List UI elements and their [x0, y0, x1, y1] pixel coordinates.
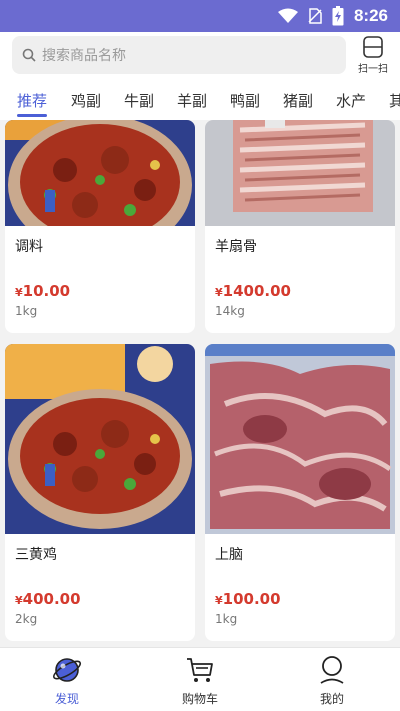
- planet-icon: [52, 658, 82, 682]
- product-name: 羊扇骨: [215, 239, 257, 255]
- scan-icon: [363, 36, 383, 58]
- search-placeholder: 搜索商品名称: [42, 48, 126, 64]
- product-card[interactable]: 三黄鸡 ¥400.00 2kg: [5, 344, 195, 641]
- product-unit: 2kg: [15, 612, 38, 626]
- product-image: [5, 120, 195, 226]
- nav-discover[interactable]: 发现: [27, 654, 107, 707]
- nav-label: 购物车: [181, 692, 218, 706]
- product-price: ¥400.00: [15, 590, 81, 608]
- tab-chicken-offal[interactable]: 鸡副: [71, 90, 101, 111]
- scan-label: 扫一扫: [358, 64, 388, 75]
- product-image: [205, 120, 395, 226]
- header: 搜索商品名称 扫一扫 推荐 鸡副 牛副 羊副 鸭副 猪副 水产 其: [0, 32, 400, 120]
- product-price: ¥100.00: [215, 590, 281, 608]
- active-tab-indicator: [17, 114, 47, 117]
- scan-button[interactable]: 扫一扫: [356, 36, 390, 75]
- tab-beef-offal[interactable]: 牛副: [124, 90, 154, 111]
- nav-profile[interactable]: 我的: [292, 654, 372, 707]
- tab-recommend[interactable]: 推荐: [17, 90, 47, 111]
- category-tabs: 推荐 鸡副 牛副 羊副 鸭副 猪副 水产 其: [0, 88, 400, 120]
- product-unit: 14kg: [215, 304, 245, 318]
- battery-icon: [332, 6, 344, 26]
- product-unit: 1kg: [15, 304, 38, 318]
- product-image: [205, 344, 395, 534]
- person-icon: [320, 656, 344, 684]
- product-card[interactable]: 调料 ¥10.00 1kg: [5, 120, 195, 333]
- product-price: ¥10.00: [15, 282, 71, 300]
- status-time: 8:26: [353, 6, 388, 25]
- product-card[interactable]: 羊扇骨 ¥1400.00 14kg: [205, 120, 395, 333]
- wifi-icon: [277, 8, 298, 23]
- nav-label: 发现: [54, 692, 79, 706]
- bottom-nav: 发现 购物车 我的: [0, 647, 400, 711]
- product-unit: 1kg: [215, 612, 238, 626]
- search-icon: [22, 48, 36, 62]
- product-name: 调料: [15, 239, 43, 255]
- tab-pork-offal[interactable]: 猪副: [283, 90, 313, 111]
- status-bar: 8:26: [0, 0, 400, 32]
- nav-label: 我的: [319, 692, 344, 706]
- product-card[interactable]: 上脑 ¥100.00 1kg: [205, 344, 395, 641]
- cart-icon: [187, 658, 213, 682]
- tab-seafood[interactable]: 水产: [336, 90, 366, 111]
- product-name: 三黄鸡: [15, 547, 57, 563]
- nav-cart[interactable]: 购物车: [160, 654, 240, 707]
- search-input[interactable]: 搜索商品名称: [12, 36, 346, 74]
- tab-lamb-offal[interactable]: 羊副: [177, 90, 207, 111]
- product-name: 上脑: [215, 547, 243, 563]
- product-price: ¥1400.00: [215, 282, 291, 300]
- product-image: [5, 344, 195, 534]
- no-sim-icon: [308, 8, 322, 24]
- tab-other[interactable]: 其: [389, 90, 400, 111]
- tab-duck-offal[interactable]: 鸭副: [230, 90, 260, 111]
